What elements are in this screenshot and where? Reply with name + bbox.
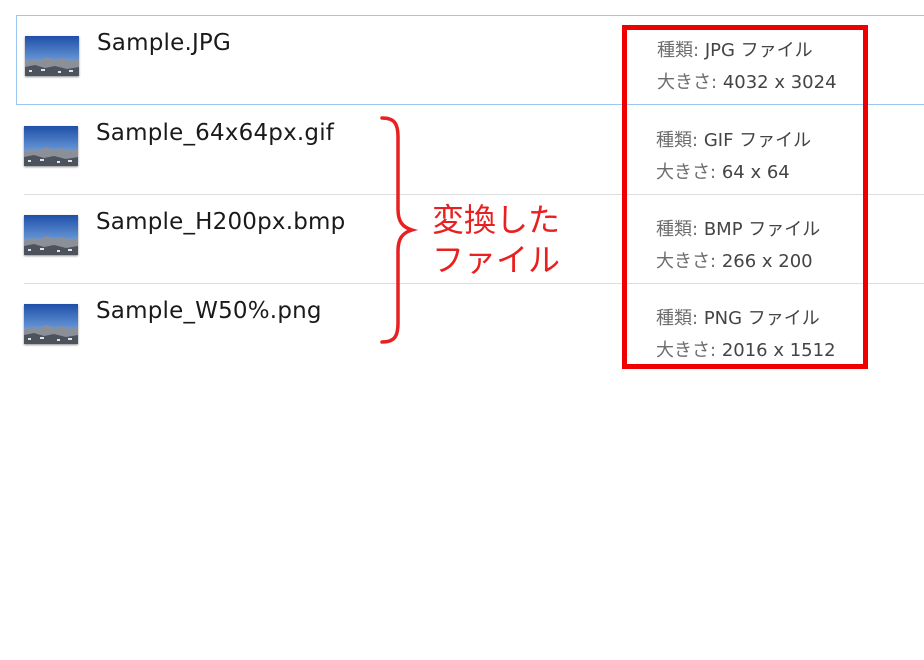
curly-brace-icon <box>380 116 419 344</box>
callout-line-1: 変換した <box>432 201 561 239</box>
image-file-icon <box>25 36 79 76</box>
image-file-icon <box>24 304 78 344</box>
details-highlight-box <box>622 25 868 369</box>
image-file-icon <box>24 126 78 166</box>
file-name: Sample_W50%.png <box>96 298 322 324</box>
file-name: Sample_H200px.bmp <box>96 209 346 235</box>
file-name: Sample_64x64px.gif <box>96 120 335 146</box>
file-name: Sample.JPG <box>97 30 232 56</box>
image-file-icon <box>24 215 78 255</box>
callout-line-2: ファイル <box>432 241 561 279</box>
converted-files-callout: 変換した ファイル <box>432 200 560 280</box>
file-list-view: Sample.JPG 種類: JPG ファイル 大きさ: 4032 x 3024 <box>0 0 924 660</box>
